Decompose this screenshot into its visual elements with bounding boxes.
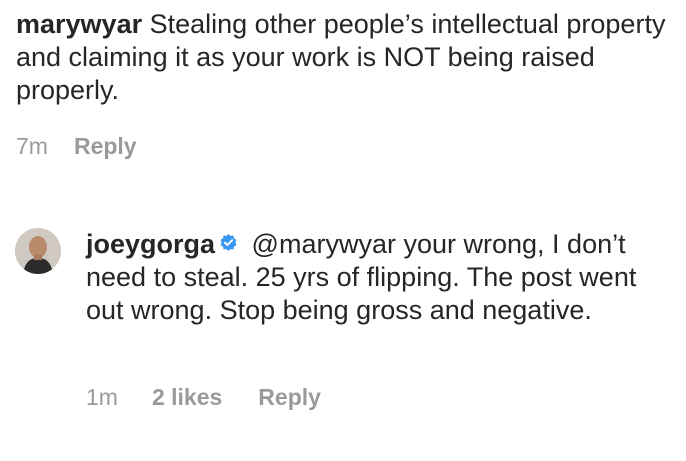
reply-likes[interactable]: 2 likes bbox=[152, 384, 222, 411]
comment-username[interactable]: marywyar bbox=[16, 9, 142, 39]
reply-time: 1m bbox=[86, 384, 118, 410]
reply-reply-button[interactable]: Reply bbox=[258, 384, 321, 411]
reply-meta: 1m 2 likes Reply bbox=[86, 384, 321, 411]
reply-mention[interactable]: @marywyar bbox=[252, 229, 396, 259]
comment-reply-button[interactable]: Reply bbox=[74, 133, 137, 160]
comment-time: 7m bbox=[16, 133, 48, 159]
comment-meta: 7m Reply bbox=[16, 133, 137, 160]
avatar[interactable] bbox=[15, 228, 61, 274]
reply-body: joeygorga @marywyar your wrong, I don’t … bbox=[86, 228, 676, 327]
verified-badge-icon bbox=[220, 233, 237, 252]
reply-username[interactable]: joeygorga bbox=[86, 229, 215, 259]
comment: marywyar Stealing other people’s intelle… bbox=[16, 8, 666, 107]
avatar-image bbox=[15, 228, 61, 274]
